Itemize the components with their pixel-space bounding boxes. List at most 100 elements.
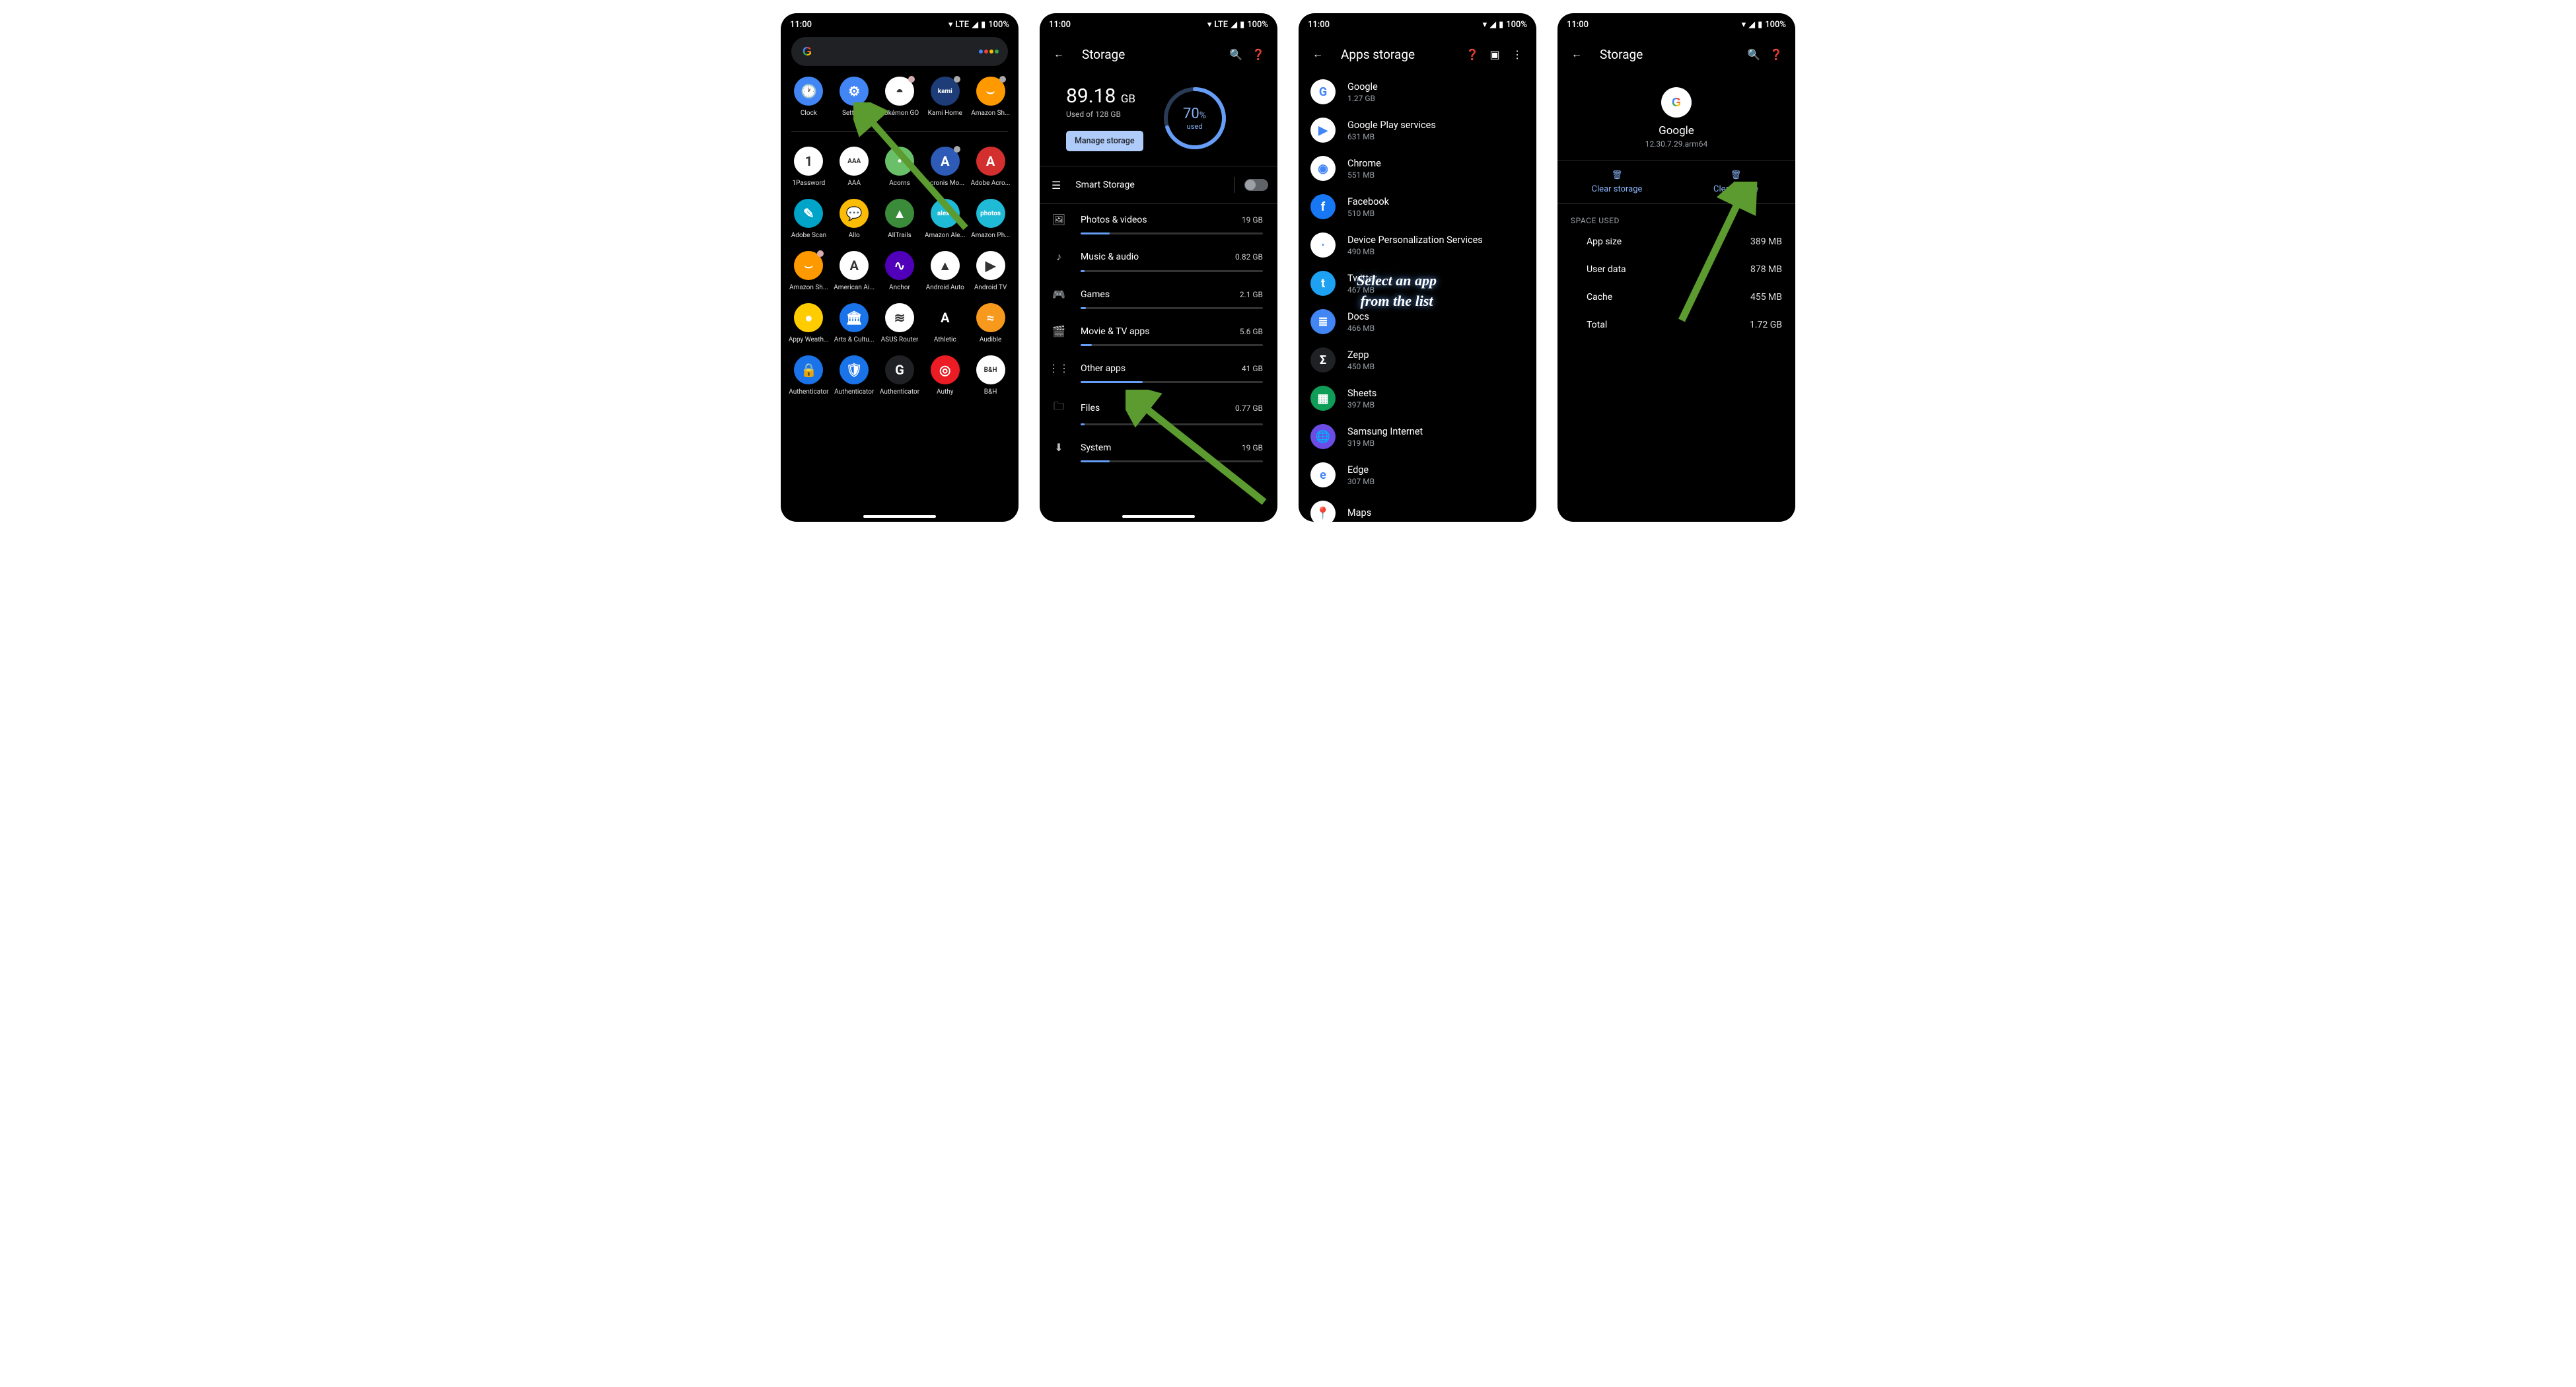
help-icon[interactable]: ❓	[1247, 43, 1270, 65]
battery-label: 100%	[1247, 20, 1268, 30]
category-value: 0.82 GB	[1235, 252, 1263, 262]
app-b-h[interactable]: B&HB&H	[969, 355, 1012, 396]
app-icon: 🏛	[840, 303, 869, 332]
app-amazon-ph-[interactable]: photosAmazon Ph...	[969, 199, 1012, 239]
category-bar	[1081, 460, 1263, 462]
search-icon[interactable]: 🔍	[1225, 43, 1247, 65]
app-row-google-play-services[interactable]: ▶Google Play services631 MB	[1299, 111, 1536, 149]
app-authenticator[interactable]: 🔒Authenticator	[787, 355, 830, 396]
category-bar	[1081, 232, 1263, 234]
smart-storage-row[interactable]: ☰ Smart Storage	[1040, 166, 1277, 203]
app-american-ai-[interactable]: AAmerican Ai...	[833, 251, 876, 291]
app-row-chrome[interactable]: ◉Chrome551 MB	[1299, 149, 1536, 188]
app-row-samsung-internet[interactable]: 🌐Samsung Internet319 MB	[1299, 417, 1536, 456]
smart-storage-toggle[interactable]	[1244, 179, 1268, 191]
app-row-facebook[interactable]: fFacebook510 MB	[1299, 188, 1536, 226]
app-authenticator[interactable]: 🛡Authenticator	[833, 355, 876, 396]
category-music-audio[interactable]: ♪Music & audio0.82 GB	[1040, 241, 1277, 270]
category-system[interactable]: ⬇System19 GB	[1040, 432, 1277, 460]
app-icon: 🌐	[1310, 424, 1336, 449]
app-amazon-ale-[interactable]: alexaAmazon Ale...	[923, 199, 966, 239]
app-settings[interactable]: ⚙Settings	[833, 77, 876, 117]
app-size: 397 MB	[1347, 400, 1377, 409]
storage-summary: 89.18 GB Used of 128 GB Manage storage 7…	[1040, 73, 1277, 166]
app-row-device-personalization-services[interactable]: ·Device Personalization Services490 MB	[1299, 226, 1536, 264]
app-name: Sheets	[1347, 388, 1377, 399]
category-icon: 🖼	[1052, 213, 1066, 226]
app-row-maps[interactable]: 📍Maps	[1299, 494, 1536, 522]
app-acronis-mo-[interactable]: AAcronis Mo...	[923, 147, 966, 187]
app-amazon-sh-[interactable]: ⌣Amazon Sh...	[787, 251, 830, 291]
profile-icon[interactable]: ▣	[1484, 43, 1506, 65]
status-bar: 11:00 ▾ ◢ ▮ 100%	[1299, 13, 1536, 36]
app-kami-home[interactable]: kamiKami Home	[923, 77, 966, 117]
app-android-auto[interactable]: ▲Android Auto	[923, 251, 966, 291]
app-row-edge[interactable]: eEdge307 MB	[1299, 456, 1536, 494]
storage-ring: 70% used	[1162, 85, 1228, 151]
clear-cache-button[interactable]: 🗑 Clear cache	[1676, 161, 1795, 203]
help-icon[interactable]: ❓	[1765, 43, 1787, 65]
app-clock[interactable]: 🕐Clock	[787, 77, 830, 117]
app-arts-cultu-[interactable]: 🏛Arts & Cultu...	[833, 303, 876, 343]
assistant-icon[interactable]	[979, 50, 999, 53]
status-bar: 11:00 ▾ LTE ◢ ▮ 100%	[1040, 13, 1277, 36]
category-name: Files	[1081, 403, 1235, 413]
app-authy[interactable]: ◎Authy	[923, 355, 966, 396]
app-1password[interactable]: 11Password	[787, 147, 830, 187]
app-row-google[interactable]: GGoogle1.27 GB	[1299, 73, 1536, 111]
wifi-icon: ▾	[1207, 20, 1212, 30]
app-aaa[interactable]: AAAAAA	[833, 147, 876, 187]
help-icon[interactable]: ❓	[1461, 43, 1484, 65]
wifi-icon: ▾	[1742, 20, 1746, 30]
search-bar[interactable]: G	[791, 37, 1008, 66]
overflow-menu-icon[interactable]: ⋮	[1506, 43, 1528, 65]
app-amazon-sh-[interactable]: ⌣Amazon Sh...	[969, 77, 1012, 117]
space-row-user-data: User data878 MB	[1557, 256, 1795, 283]
app-size: 450 MB	[1347, 362, 1375, 371]
space-row-cache: Cache455 MB	[1557, 283, 1795, 311]
app-pok-mon-go[interactable]: ◓Pokémon GO	[878, 77, 921, 117]
category-other-apps[interactable]: ⋮⋮Other apps41 GB	[1040, 353, 1277, 381]
page-title: Apps storage	[1341, 47, 1461, 62]
app-adobe-acro-[interactable]: AAdobe Acro...	[969, 147, 1012, 187]
network-label: LTE	[955, 20, 969, 30]
category-movie-tv-apps[interactable]: 🎬Movie & TV apps5.6 GB	[1040, 316, 1277, 344]
app-label: Authy	[937, 388, 954, 396]
app-row-zepp[interactable]: ΣZepp450 MB	[1299, 341, 1536, 379]
app-anchor[interactable]: ∿Anchor	[878, 251, 921, 291]
app-adobe-scan[interactable]: ✎Adobe Scan	[787, 199, 830, 239]
app-authenticator[interactable]: GAuthenticator	[878, 355, 921, 396]
category-files[interactable]: 🗀Files0.77 GB	[1040, 390, 1277, 423]
category-games[interactable]: 🎮Games2.1 GB	[1040, 279, 1277, 307]
app-label: AllTrails	[888, 232, 912, 239]
nav-gesture-pill[interactable]	[1122, 515, 1195, 518]
back-button[interactable]: ←	[1306, 43, 1329, 65]
app-allo[interactable]: 💬Allo	[833, 199, 876, 239]
manage-storage-button[interactable]: Manage storage	[1066, 131, 1143, 151]
app-asus-router[interactable]: ≋ASUS Router	[878, 303, 921, 343]
app-label: Acronis Mo...	[925, 180, 964, 187]
app-icon: kami	[931, 77, 960, 106]
battery-icon: ▮	[1240, 20, 1244, 30]
app-athletic[interactable]: AAthletic	[923, 303, 966, 343]
app-audible[interactable]: ≈Audible	[969, 303, 1012, 343]
app-row-sheets[interactable]: ▦Sheets397 MB	[1299, 379, 1536, 417]
nav-gesture-pill[interactable]	[863, 515, 936, 518]
app-icon: 💬	[840, 199, 869, 228]
header: ← Storage 🔍 ❓	[1557, 36, 1795, 73]
header: ← Apps storage ❓ ▣ ⋮	[1299, 36, 1536, 73]
back-button[interactable]: ←	[1565, 43, 1588, 65]
app-acorns[interactable]: •Acorns	[878, 147, 921, 187]
clear-storage-button[interactable]: 🗑 Clear storage	[1557, 161, 1676, 203]
app-android-tv[interactable]: ▶Android TV	[969, 251, 1012, 291]
app-appy-weath-[interactable]: ●Appy Weath...	[787, 303, 830, 343]
app-size: 307 MB	[1347, 477, 1375, 486]
app-grid: 🕐Clock⚙Settings◓Pokémon GOkamiKami Home⌣…	[781, 73, 1019, 396]
category-photos-videos[interactable]: 🖼Photos & videos19 GB	[1040, 204, 1277, 232]
back-button[interactable]: ←	[1048, 43, 1070, 65]
app-label: Amazon Sh...	[789, 284, 828, 291]
search-icon[interactable]: 🔍	[1742, 43, 1765, 65]
app-size: 631 MB	[1347, 132, 1436, 141]
app-alltrails[interactable]: ▲AllTrails	[878, 199, 921, 239]
trash-icon: 🗑	[1612, 170, 1623, 180]
